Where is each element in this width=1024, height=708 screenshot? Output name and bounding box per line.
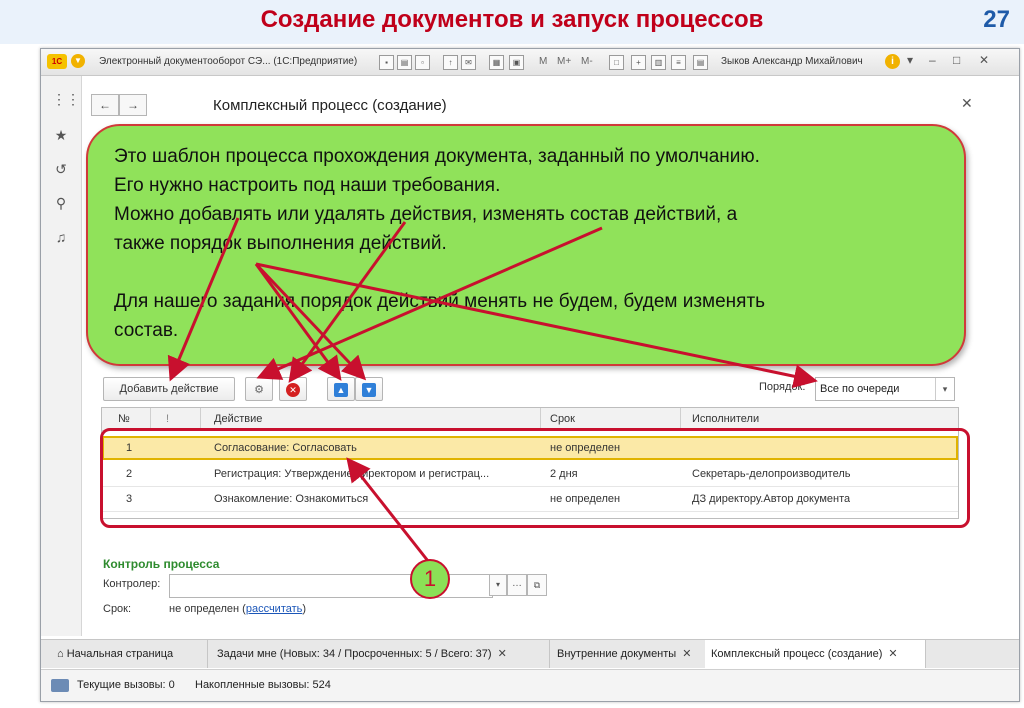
arrow-to-add-button [167, 217, 240, 382]
annotation-arrows [167, 217, 818, 562]
arrow-to-first-row [346, 457, 430, 562]
arrow-to-move-down [254, 262, 367, 381]
arrow-to-order-select [255, 262, 818, 389]
step-number-badge: 1 [410, 559, 450, 599]
